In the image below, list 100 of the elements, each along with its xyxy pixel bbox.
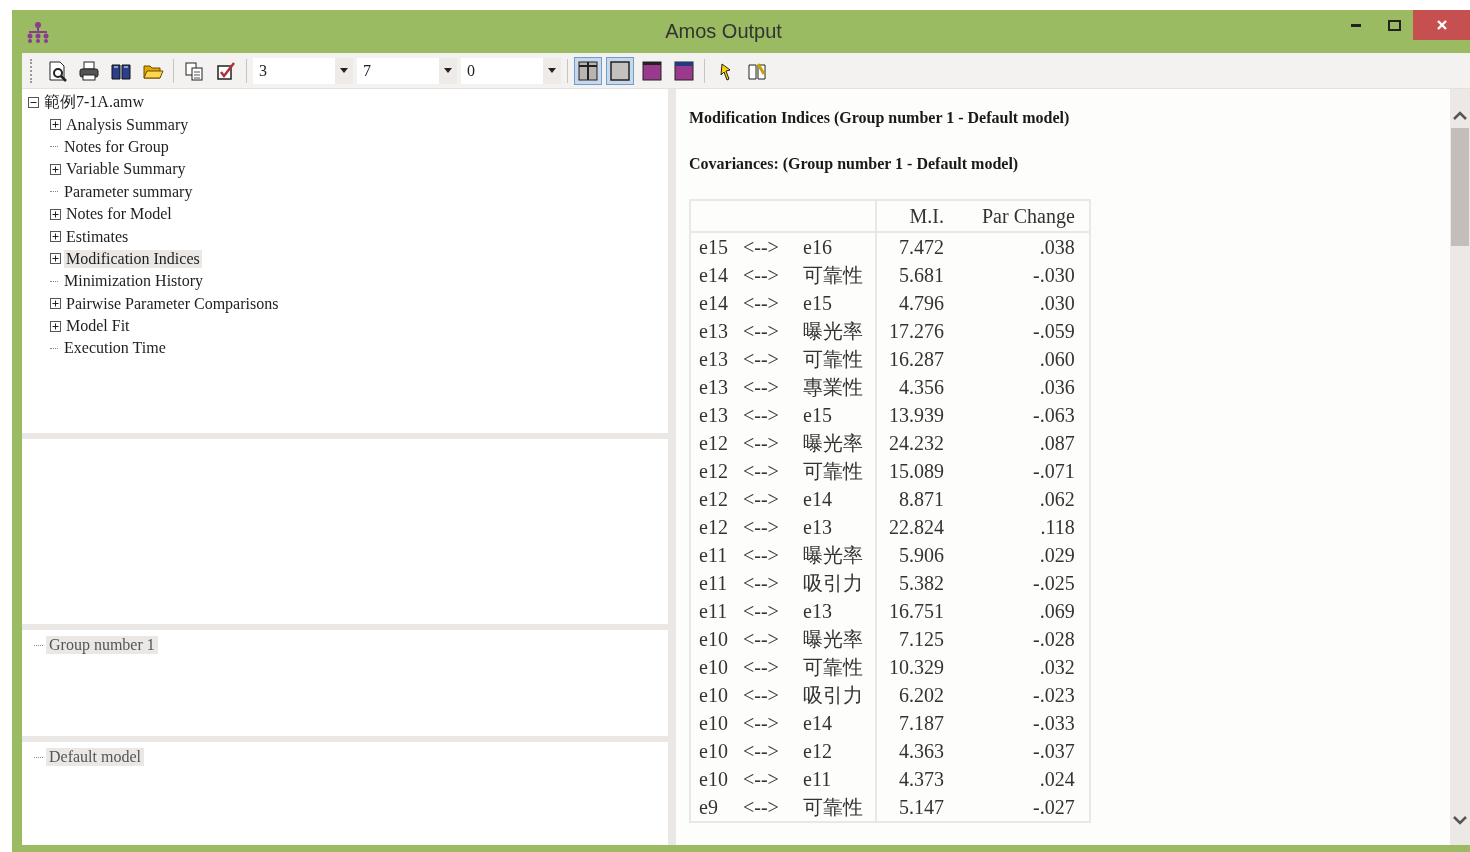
arrow-symbol: <--> — [743, 235, 780, 259]
tree-item[interactable]: Variable Summary — [64, 160, 188, 179]
table-cell: 7.187 — [876, 709, 958, 737]
tree-item[interactable]: Notes for Model — [64, 205, 174, 224]
variable-name: e14 — [699, 263, 729, 287]
close-button[interactable] — [1413, 10, 1470, 40]
expand-icon[interactable] — [50, 119, 61, 131]
expand-icon[interactable] — [50, 320, 61, 332]
table-cell: 5.382 — [876, 569, 958, 597]
dropdown[interactable]: 3 — [253, 57, 353, 84]
column-header: Par Change — [958, 200, 1090, 232]
tree-item[interactable]: Pairwise Parameter Comparisons — [64, 294, 281, 313]
tree-item[interactable]: Analysis Summary — [64, 115, 191, 134]
tree-item[interactable]: Notes for Group — [62, 137, 171, 156]
variable-name: e14 — [803, 487, 832, 511]
expand-icon[interactable] — [50, 231, 61, 243]
scroll-down-icon[interactable] — [1453, 816, 1467, 825]
tree-item[interactable]: Estimates — [64, 227, 131, 246]
arrow-symbol: <--> — [743, 459, 780, 483]
table-cell: 16.751 — [876, 597, 958, 625]
arrow-symbol: <--> — [743, 599, 780, 623]
column-header: M.I. — [876, 200, 958, 232]
scrollbar[interactable] — [1450, 89, 1470, 845]
scrollbar-thumb[interactable] — [1451, 128, 1469, 246]
variable-name: e13 — [803, 515, 832, 539]
table-cell: .030 — [958, 289, 1090, 317]
variable-name: e15 — [803, 291, 832, 315]
variable-name: e13 — [699, 347, 729, 371]
expand-icon[interactable] — [50, 253, 61, 265]
variable-name: e14 — [699, 291, 729, 315]
arrow-symbol: <--> — [743, 627, 780, 651]
tree-item[interactable]: Parameter summary — [62, 182, 195, 201]
table-cell: -.028 — [958, 625, 1090, 653]
variable-name: e13 — [699, 403, 729, 427]
tree-root[interactable]: 範例7-1A.amw — [42, 91, 146, 113]
tree-item[interactable]: Minimization History — [62, 272, 206, 291]
collapse-icon[interactable] — [28, 96, 39, 108]
output-title: Modification Indices (Group number 1 - Default model) — [689, 109, 1071, 127]
plain-layout-button[interactable] — [606, 56, 634, 85]
tree-item[interactable]: Execution Time — [62, 339, 168, 358]
table-cell: 7.472 — [876, 232, 958, 261]
variable-name: e12 — [803, 739, 832, 763]
output-subtitle: Covariances: (Group number 1 - Default model) — [689, 155, 1020, 173]
variable-name: 曝光率 — [803, 542, 863, 568]
dropdown[interactable]: 7 — [357, 57, 457, 84]
arrow-symbol: <--> — [743, 515, 780, 539]
expand-icon[interactable] — [50, 208, 61, 220]
variable-name: e9 — [699, 795, 719, 819]
grid-layout-button[interactable] — [574, 56, 602, 85]
variable-name: e12 — [699, 515, 729, 539]
arrow-symbol: <--> — [743, 711, 780, 735]
variable-name: e10 — [699, 711, 729, 735]
variable-name: e10 — [699, 767, 729, 791]
variable-name: e10 — [699, 739, 729, 763]
variable-name: 曝光率 — [803, 318, 863, 344]
table-cell: -.027 — [958, 793, 1090, 822]
expand-icon[interactable] — [50, 163, 61, 175]
arrow-symbol: <--> — [743, 347, 780, 371]
variable-name: e13 — [803, 599, 832, 623]
variable-name: e13 — [699, 375, 729, 399]
window-title: Amos Output — [664, 20, 783, 43]
variable-name: 吸引力 — [803, 682, 863, 708]
model-item[interactable]: Default model — [46, 748, 144, 766]
table-cell: 15.089 — [876, 457, 958, 485]
table-cell: .029 — [958, 541, 1090, 569]
table-cell: 4.363 — [876, 737, 958, 765]
maximize-icon — [1387, 19, 1401, 31]
arrow-symbol: <--> — [743, 291, 780, 315]
variable-name: e12 — [699, 487, 729, 511]
arrow-symbol: <--> — [743, 683, 780, 707]
variable-name: e15 — [699, 235, 729, 259]
table-cell: .062 — [958, 485, 1090, 513]
table-cell: -.023 — [958, 681, 1090, 709]
variable-name: 可靠性 — [803, 458, 863, 484]
variable-name: 曝光率 — [803, 626, 863, 652]
arrow-symbol: <--> — [743, 431, 780, 455]
tree-item[interactable]: Modification Indices — [64, 249, 202, 268]
group-item[interactable]: Group number 1 — [46, 636, 158, 654]
table-cell: -.071 — [958, 457, 1090, 485]
scroll-up-icon[interactable] — [1453, 111, 1467, 120]
table-cell: -.033 — [958, 709, 1090, 737]
dropdown[interactable]: 0 — [461, 57, 561, 84]
table-cell: 6.202 — [876, 681, 958, 709]
variable-name: e11 — [803, 767, 832, 791]
app-logo-icon — [26, 20, 50, 43]
table-cell: 24.232 — [876, 429, 958, 457]
close-icon — [1436, 20, 1447, 30]
variable-name: 曝光率 — [803, 430, 863, 456]
grid-layout-icon — [577, 59, 599, 82]
expand-icon[interactable] — [50, 298, 61, 310]
table-cell: 4.796 — [876, 289, 958, 317]
variable-name: 專業性 — [803, 374, 863, 400]
variable-name: e10 — [699, 683, 729, 707]
arrow-symbol: <--> — [743, 739, 780, 763]
arrow-symbol: <--> — [743, 571, 780, 595]
table-cell: -.063 — [958, 401, 1090, 429]
table-cell: .038 — [958, 232, 1090, 261]
table-cell: .060 — [958, 345, 1090, 373]
table-cell: -.025 — [958, 569, 1090, 597]
tree-item[interactable]: Model Fit — [64, 317, 132, 336]
